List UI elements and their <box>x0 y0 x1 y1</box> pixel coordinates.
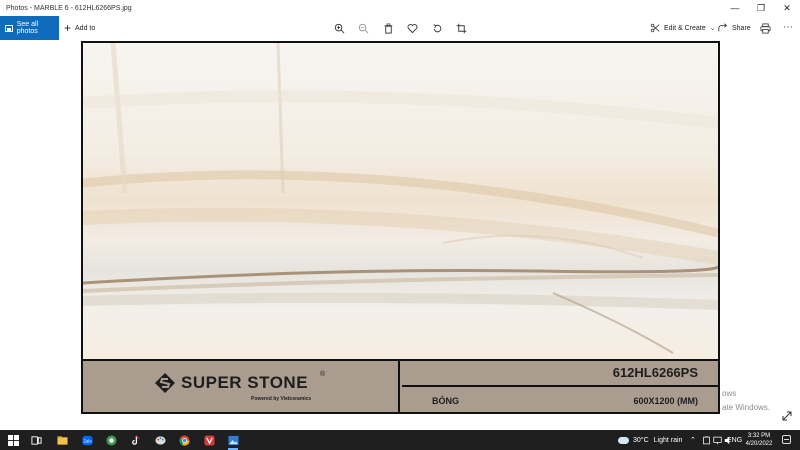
crop-icon <box>456 23 466 33</box>
title-bar: Photos - MARBLE 6 - 612HL6266PS.jpg — ❐ … <box>0 0 800 16</box>
coc-coc-icon <box>105 434 117 446</box>
brand-subtitle: Powered by Vietceramics <box>251 396 312 402</box>
rotate-icon <box>432 23 441 32</box>
tiktok-icon <box>131 435 140 445</box>
minimize-button[interactable]: — <box>722 0 748 16</box>
favorite-button[interactable] <box>404 20 420 36</box>
edit-create-button[interactable]: Edit & Create ⌄ <box>650 16 716 40</box>
watermark-line-2: ate Windows. <box>722 403 771 412</box>
zalo-icon: Zalo <box>81 435 93 445</box>
see-all-photos-label: See all photos <box>16 21 39 35</box>
rotate-button[interactable] <box>429 20 445 36</box>
network-icon <box>713 436 722 444</box>
tiktok-button[interactable] <box>128 433 142 447</box>
delete-button[interactable] <box>380 20 396 36</box>
fullscreen-expand-icon[interactable] <box>781 410 793 422</box>
zoom-in-button[interactable] <box>331 20 347 36</box>
svg-text:Zalo: Zalo <box>83 438 92 443</box>
print-button[interactable] <box>757 20 773 36</box>
finish-label: BÓNG <box>432 396 459 406</box>
file-explorer-button[interactable] <box>55 433 69 447</box>
clock-time: 3:32 PM <box>747 433 771 439</box>
delete-icon <box>384 23 392 34</box>
registered-mark: ® <box>320 371 326 378</box>
more-icon: ⋯ <box>783 22 793 33</box>
zalo-button[interactable]: Zalo <box>80 433 94 447</box>
weather-condition: Light rain <box>653 436 683 444</box>
photos-app-icon <box>227 435 239 445</box>
windows-logo-icon <box>7 434 19 446</box>
paint-button[interactable] <box>153 433 167 447</box>
zoom-in-icon <box>334 23 344 33</box>
edit-create-icon <box>650 23 660 33</box>
chevron-down-icon: ⌄ <box>709 25 716 32</box>
photos-icon <box>5 24 13 32</box>
brand-name: SUPER STONE <box>181 373 309 392</box>
weather-widget[interactable]: 30°C Light rain <box>618 430 682 450</box>
start-button[interactable] <box>6 433 20 447</box>
marble-texture-image <box>83 43 718 359</box>
chrome-button[interactable] <box>177 433 191 447</box>
maximize-button[interactable]: ❐ <box>748 0 774 16</box>
task-view-button[interactable] <box>29 433 43 447</box>
edit-create-label: Edit & Create <box>664 24 706 32</box>
language-label: ENG <box>727 436 743 444</box>
heart-icon <box>407 23 417 33</box>
chevron-up-icon: ⌃ <box>690 437 696 444</box>
system-clock[interactable]: 3:32 PM 4/20/2022 <box>744 432 774 448</box>
super-stone-logo-icon <box>155 373 175 393</box>
coc-coc-button[interactable] <box>104 433 118 447</box>
share-button[interactable]: Share <box>718 16 751 40</box>
spec-box: BÓNG 600X1200 (MM) <box>402 389 718 412</box>
see-all-photos-button[interactable]: See all photos <box>0 16 59 40</box>
cloud-rain-icon <box>618 436 629 444</box>
product-code: 612HL6266PS <box>612 365 698 380</box>
photos-app: Photos - MARBLE 6 - 612HL6266PS.jpg — ❐ … <box>0 0 800 450</box>
size-label: 600X1200 (MM) <box>633 396 698 406</box>
crop-button[interactable] <box>453 20 469 36</box>
product-code-box: 612HL6266PS <box>402 361 718 387</box>
window-title: Photos - MARBLE 6 - 612HL6266PS.jpg <box>6 4 132 12</box>
vivaldi-icon <box>203 434 215 446</box>
image-viewer[interactable]: SUPER STONE ® Powered by Vietceramics 61… <box>0 40 800 430</box>
notification-center-icon[interactable] <box>782 435 791 444</box>
paint-palette-icon <box>154 435 166 445</box>
task-view-icon <box>30 435 42 445</box>
zoom-out-icon <box>358 23 368 33</box>
plus-icon: + <box>64 21 72 35</box>
weather-temperature: 30°C <box>633 436 649 444</box>
folder-icon <box>56 435 68 445</box>
product-label: SUPER STONE ® Powered by Vietceramics 61… <box>83 359 718 412</box>
more-options-button[interactable]: ⋯ <box>780 20 796 36</box>
photo: SUPER STONE ® Powered by Vietceramics 61… <box>81 41 720 414</box>
add-to-button[interactable]: + Add to <box>64 16 95 40</box>
taskbar: Zalo 30°C Light rain ⌃ ENG 3:32 PM 4/20/… <box>0 430 800 450</box>
activate-windows-watermark: ows ate Windows. <box>722 387 770 415</box>
brand-box: SUPER STONE ® Powered by Vietceramics <box>83 361 400 412</box>
battery-icon <box>703 435 710 444</box>
toolbar: See all photos + Add to Edit & Create ⌄ <box>0 16 800 40</box>
vivaldi-button[interactable] <box>202 433 216 447</box>
network-status[interactable] <box>713 430 722 450</box>
share-icon <box>718 23 728 32</box>
close-button[interactable]: ✕ <box>774 0 800 16</box>
photos-app-button[interactable] <box>226 433 240 450</box>
battery-status[interactable] <box>702 430 711 450</box>
input-language[interactable]: ENG <box>727 430 742 450</box>
zoom-out-button[interactable] <box>355 20 371 36</box>
share-label: Share <box>732 24 751 32</box>
add-to-label: Add to <box>75 24 96 32</box>
clock-date: 4/20/2022 <box>745 441 773 447</box>
show-hidden-icons-button[interactable]: ⌃ <box>690 430 696 450</box>
print-icon <box>760 23 770 33</box>
chrome-icon <box>178 434 190 446</box>
watermark-line-1: ows <box>722 389 737 398</box>
